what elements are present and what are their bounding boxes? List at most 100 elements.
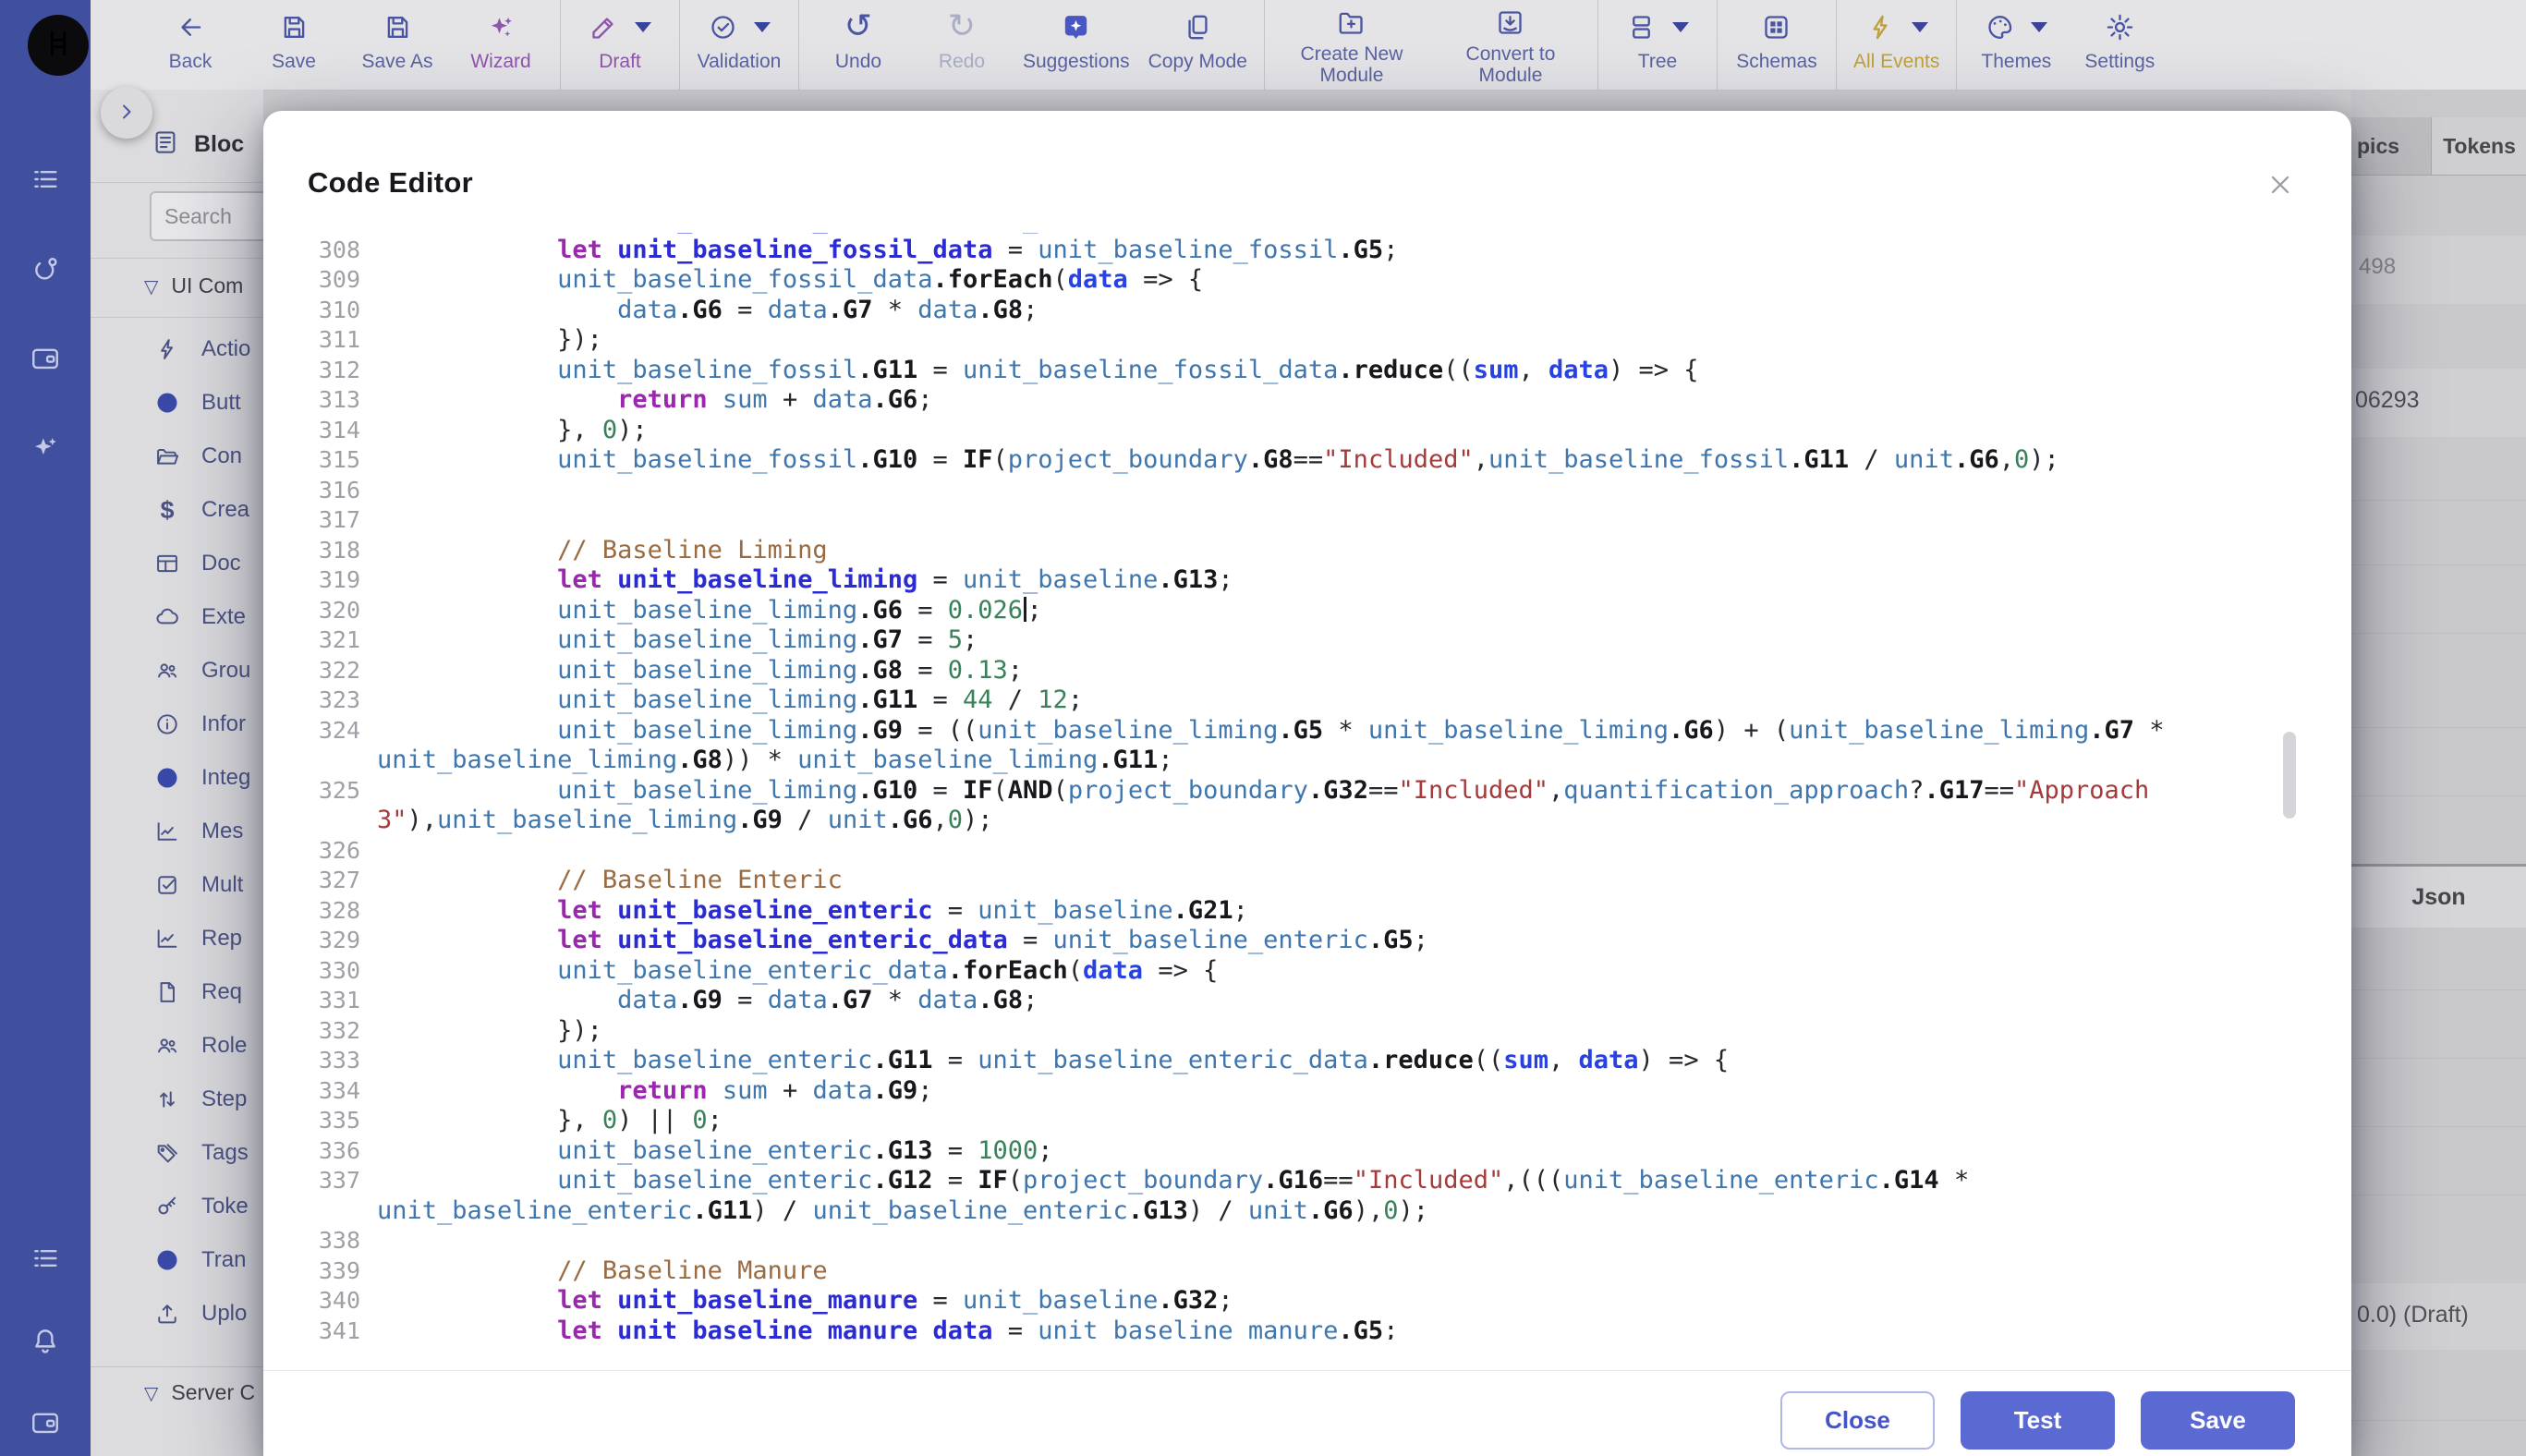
code-line[interactable]: 314 }, 0); <box>305 416 2305 446</box>
code-line[interactable]: 338 <box>305 1226 2305 1256</box>
code-line[interactable]: 328 let unit_baseline_enteric = unit_bas… <box>305 896 2305 927</box>
code-line[interactable]: 311 }); <box>305 325 2305 356</box>
json-tab[interactable]: Json <box>2351 864 2526 928</box>
code-line[interactable]: 308 let unit_baseline_fossil_data = unit… <box>305 236 2305 266</box>
list-icon[interactable] <box>29 1242 62 1275</box>
blocks-item-tags[interactable]: Tags <box>91 1126 263 1180</box>
blocks-item-crea[interactable]: $Crea <box>91 483 263 537</box>
save-button[interactable]: Save <box>2141 1391 2295 1450</box>
blocks-item-grou[interactable]: Grou <box>91 644 263 698</box>
section-ui-components[interactable]: ▽ UI Com <box>139 273 249 299</box>
code-line[interactable]: 313 return sum + data.G6; <box>305 385 2305 416</box>
code-line[interactable]: 336 unit_baseline_enteric.G13 = 1000; <box>305 1136 2305 1167</box>
code-line[interactable]: 316 <box>305 476 2305 506</box>
collapse-triangle-icon: ▽ <box>144 275 158 297</box>
blocks-item-actio[interactable]: Actio <box>91 322 263 376</box>
line-number <box>305 1196 360 1227</box>
toolbar-button-save-as[interactable]: Save As <box>346 0 449 90</box>
tab-topics-fragment[interactable]: pics <box>2357 117 2399 175</box>
blocks-item-exte[interactable]: Exte <box>91 590 263 644</box>
toolbar-button-wizard[interactable]: Wizard <box>449 0 553 90</box>
wallet-icon[interactable] <box>29 1406 62 1439</box>
blocks-item-uplo[interactable]: Uplo <box>91 1287 263 1341</box>
blocks-item-role[interactable]: Role <box>91 1019 263 1073</box>
wallet-icon[interactable] <box>29 342 62 375</box>
blocks-item-integ[interactable]: Integ <box>91 751 263 805</box>
code-line[interactable]: 320 unit_baseline_liming.G6 = 0.026; <box>305 596 2305 626</box>
draft-icon <box>589 12 619 42</box>
blocks-item-rep[interactable]: Rep <box>91 912 263 965</box>
code-line[interactable]: 337 unit_baseline_enteric.G12 = IF(proje… <box>305 1166 2305 1196</box>
toolbar-button-suggestions[interactable]: Suggestions <box>1014 0 1139 90</box>
code-line[interactable]: 330 unit_baseline_enteric_data.forEach(d… <box>305 956 2305 987</box>
toolbar-button-save[interactable]: Save <box>242 0 346 90</box>
bell-icon[interactable] <box>29 1324 62 1357</box>
toolbar-button-copy-mode[interactable]: Copy Mode <box>1139 0 1257 90</box>
close-icon[interactable] <box>2263 168 2298 203</box>
toolbar-button-undo[interactable]: ↺Undo <box>807 0 910 90</box>
code-line[interactable]: 326 <box>305 836 2305 867</box>
code-line[interactable]: 329 let unit_baseline_enteric_data = uni… <box>305 926 2305 956</box>
code-line[interactable]: 3"),unit_baseline_liming.G9 / unit.G6,0)… <box>305 806 2305 836</box>
code-line[interactable]: 327 // Baseline Enteric <box>305 866 2305 896</box>
toolbar-button-create-new-module[interactable]: Create New Module <box>1272 0 1431 90</box>
toolbar-button-all-events[interactable]: All Events <box>1844 0 1949 90</box>
info-icon <box>153 710 181 738</box>
blocks-item-infor[interactable]: Infor <box>91 698 263 751</box>
toolbar-button-draft[interactable]: Draft <box>568 0 672 90</box>
code-line[interactable]: 324 unit_baseline_liming.G9 = ((unit_bas… <box>305 716 2305 746</box>
code-line[interactable]: 318 // Baseline Liming <box>305 536 2305 566</box>
code-line[interactable]: 312 unit_baseline_fossil.G11 = unit_base… <box>305 356 2305 386</box>
code-line[interactable]: 325 unit_baseline_liming.G10 = IF(AND(pr… <box>305 776 2305 807</box>
code-editor[interactable]: 307 let unit_baseline_fossil = unit_base… <box>305 233 2305 1340</box>
blocks-item-label: Actio <box>201 336 250 362</box>
test-button[interactable]: Test <box>1961 1391 2115 1450</box>
toolbar-button-validation[interactable]: Validation <box>687 0 791 90</box>
line-number: 313 <box>305 385 360 416</box>
blocks-item-step[interactable]: Step <box>91 1073 263 1126</box>
code-line[interactable]: 317 <box>305 505 2305 536</box>
blocks-item-toke[interactable]: Toke <box>91 1180 263 1233</box>
code-line[interactable]: unit_baseline_enteric.G11) / unit_baseli… <box>305 1196 2305 1227</box>
search-input[interactable] <box>150 191 263 241</box>
toolbar-button-settings[interactable]: Settings <box>2068 0 2171 90</box>
blocks-item-tran[interactable]: Tran <box>91 1233 263 1287</box>
toolbar-button-back[interactable]: Back <box>139 0 242 90</box>
code-line[interactable]: 340 let unit_baseline_manure = unit_base… <box>305 1286 2305 1316</box>
scrollbar-thumb[interactable] <box>2283 732 2296 819</box>
blocks-item-butt[interactable]: Butt <box>91 376 263 430</box>
code-line[interactable]: 339 // Baseline Manure <box>305 1256 2305 1287</box>
toolbar-button-redo[interactable]: ↻Redo <box>910 0 1014 90</box>
code-line[interactable]: 333 unit_baseline_enteric.G11 = unit_bas… <box>305 1046 2305 1076</box>
tab-tokens[interactable]: Tokens <box>2431 117 2526 175</box>
expand-sidebar-button[interactable] <box>101 87 152 139</box>
code-line[interactable]: 341 let unit_baseline_manure_data = unit… <box>305 1316 2305 1341</box>
app-logo[interactable] <box>28 15 89 76</box>
toolbar-button-convert-to-module[interactable]: Convert to Module <box>1431 0 1590 90</box>
section-server-components[interactable]: ▽ Server C <box>139 1379 261 1406</box>
blocks-item-mes[interactable]: Mes <box>91 805 263 858</box>
code-line[interactable]: 319 let unit_baseline_liming = unit_base… <box>305 565 2305 596</box>
code-line[interactable]: 322 unit_baseline_liming.G8 = 0.13; <box>305 656 2305 686</box>
code-line[interactable]: 315 unit_baseline_fossil.G10 = IF(projec… <box>305 445 2305 476</box>
code-line[interactable]: 323 unit_baseline_liming.G11 = 44 / 12; <box>305 686 2305 716</box>
code-line[interactable]: 331 data.G9 = data.G7 * data.G8; <box>305 986 2305 1016</box>
sparkles-icon[interactable] <box>29 431 62 465</box>
link-icon[interactable] <box>29 252 62 285</box>
code-line[interactable]: 321 unit_baseline_liming.G7 = 5; <box>305 625 2305 656</box>
toolbar-button-themes[interactable]: Themes <box>1964 0 2068 90</box>
list-icon[interactable] <box>29 163 62 196</box>
blocks-item-con[interactable]: Con <box>91 430 263 483</box>
code-line[interactable]: 332 }); <box>305 1016 2305 1047</box>
code-line[interactable]: 309 unit_baseline_fossil_data.forEach(da… <box>305 265 2305 296</box>
toolbar-button-tree[interactable]: Tree <box>1606 0 1709 90</box>
blocks-item-req[interactable]: Req <box>91 965 263 1019</box>
code-line[interactable]: 335 }, 0) || 0; <box>305 1106 2305 1136</box>
blocks-item-mult[interactable]: Mult <box>91 858 263 912</box>
code-line[interactable]: 334 return sum + data.G9; <box>305 1076 2305 1107</box>
code-line[interactable]: unit_baseline_liming.G8)) * unit_baselin… <box>305 746 2305 776</box>
blocks-item-doc[interactable]: Doc <box>91 537 263 590</box>
code-line[interactable]: 310 data.G6 = data.G7 * data.G8; <box>305 296 2305 326</box>
close-button[interactable]: Close <box>1780 1391 1935 1450</box>
toolbar-button-schemas[interactable]: Schemas <box>1725 0 1828 90</box>
